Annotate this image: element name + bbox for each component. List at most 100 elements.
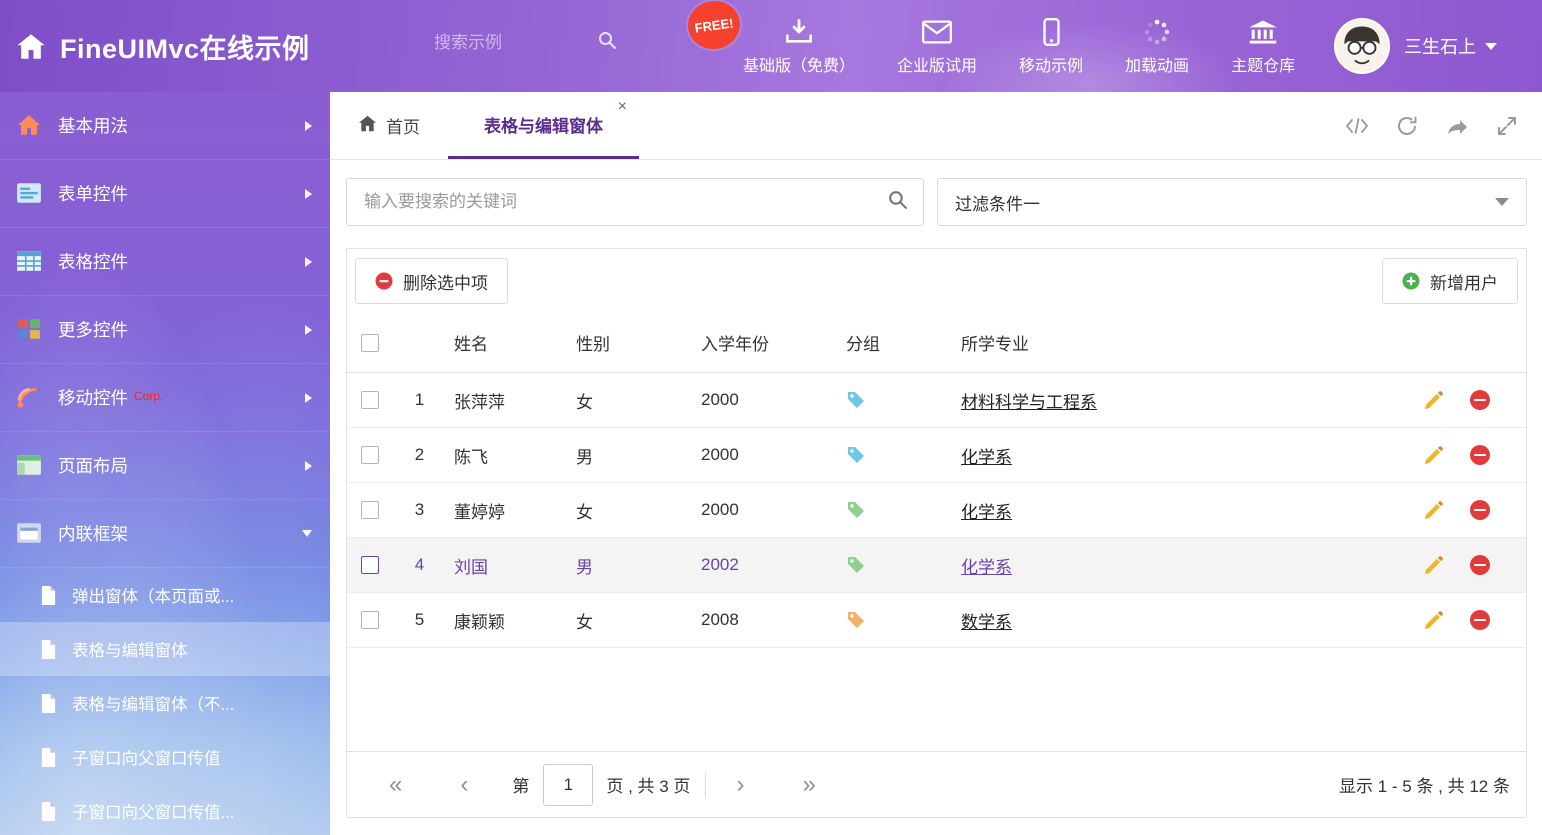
sidebar-item-iframe[interactable]: 内联框架 — [0, 500, 330, 568]
major-link[interactable]: 化学系 — [961, 503, 1012, 522]
tab-grid-edit-window[interactable]: 表格与编辑窗体 × — [448, 92, 639, 159]
table-row[interactable]: 3 董婷婷 女 2000 化学系 — [347, 483, 1526, 538]
row-number: 2 — [397, 445, 442, 465]
fullscreen-icon[interactable] — [1496, 115, 1518, 137]
major-link[interactable]: 化学系 — [961, 558, 1012, 577]
row-checkbox[interactable] — [361, 391, 379, 409]
page-prefix-label: 第 — [512, 772, 529, 797]
search-icon[interactable] — [597, 30, 617, 55]
delete-icon[interactable] — [1470, 390, 1490, 410]
edit-icon[interactable] — [1423, 500, 1444, 521]
sidebar-subitem-grid-edit-window-2[interactable]: 表格与编辑窗体（不... — [0, 676, 330, 730]
home-icon[interactable] — [16, 33, 46, 60]
search-icon[interactable] — [887, 189, 908, 215]
sidebar: 基本用法 表单控件 表格控件 更多控件 移动控件 Corp. 页面布局 — [0, 92, 330, 835]
header-item-basic-free[interactable]: 基础版（免费） — [722, 0, 876, 92]
sidebar-item-label: 表格控件 — [58, 249, 128, 274]
first-page-button[interactable]: « — [389, 773, 402, 797]
close-icon[interactable]: × — [618, 99, 627, 115]
table-empty-space — [347, 648, 1526, 751]
last-page-button[interactable]: » — [802, 773, 815, 797]
filter-row: 过滤条件一 — [346, 178, 1527, 226]
table-row[interactable]: 1 张萍萍 女 2000 材料科学与工程系 — [347, 373, 1526, 428]
major-link[interactable]: 化学系 — [961, 448, 1012, 467]
tab-label: 首页 — [386, 113, 420, 138]
row-checkbox[interactable] — [361, 556, 379, 574]
header-item-label: 主题仓库 — [1231, 52, 1295, 76]
cell-name: 陈飞 — [442, 443, 564, 468]
tag-icon — [846, 445, 866, 465]
sidebar-item-mobile-controls[interactable]: 移动控件 Corp. — [0, 364, 330, 432]
form-icon — [16, 181, 43, 206]
cell-name: 张萍萍 — [442, 388, 564, 413]
delete-icon[interactable] — [1470, 500, 1490, 520]
major-link[interactable]: 数学系 — [961, 613, 1012, 632]
file-icon — [40, 747, 57, 768]
table-row[interactable]: 2 陈飞 男 2000 化学系 — [347, 428, 1526, 483]
bank-icon — [1248, 17, 1278, 47]
main-area: 首页 表格与编辑窗体 × — [330, 92, 1542, 835]
row-checkbox[interactable] — [361, 501, 379, 519]
delete-icon[interactable] — [1470, 610, 1490, 630]
sidebar-subitem-grid-edit-window[interactable]: 表格与编辑窗体 — [0, 622, 330, 676]
cell-year: 2000 — [689, 445, 834, 465]
edit-icon[interactable] — [1423, 390, 1444, 411]
cell-name: 刘国 — [442, 553, 564, 578]
header-item-loading-animation[interactable]: 加载动画 — [1104, 0, 1210, 92]
avatar[interactable] — [1334, 18, 1390, 74]
sidebar-item-label: 页面布局 — [58, 453, 128, 478]
open-in-new-icon[interactable] — [1445, 116, 1469, 136]
major-link[interactable]: 材料科学与工程系 — [961, 393, 1097, 412]
keyword-search-input[interactable] — [362, 191, 887, 213]
chevron-right-icon — [305, 189, 312, 199]
delete-icon[interactable] — [1470, 555, 1490, 575]
sidebar-subitem-child-to-parent[interactable]: 子窗口向父窗口传值 — [0, 730, 330, 784]
header-item-label: 移动示例 — [1019, 52, 1083, 76]
sidebar-item-page-layout[interactable]: 页面布局 — [0, 432, 330, 500]
header-item-label: 加载动画 — [1125, 52, 1189, 76]
content-area: 过滤条件一 删除选中项 新增用户 姓名 性别 入学年份 — [330, 160, 1542, 818]
select-all-checkbox[interactable] — [361, 334, 379, 352]
download-icon — [785, 17, 813, 47]
cell-year: 2002 — [689, 555, 834, 575]
file-icon — [40, 639, 57, 660]
frame-icon — [16, 521, 43, 546]
tab-home[interactable]: 首页 — [330, 92, 448, 159]
refresh-icon[interactable] — [1396, 115, 1418, 137]
user-menu[interactable]: 三生石上 — [1404, 0, 1497, 92]
sidebar-item-more-controls[interactable]: 更多控件 — [0, 296, 330, 364]
sidebar-item-form-controls[interactable]: 表单控件 — [0, 160, 330, 228]
prev-page-button[interactable]: ‹ — [460, 773, 468, 797]
sidebar-subitem-child-to-parent-2[interactable]: 子窗口向父窗口传值... — [0, 784, 330, 835]
file-icon — [40, 693, 57, 714]
cell-gender: 女 — [564, 388, 689, 413]
header-item-mobile-demo[interactable]: 移动示例 — [998, 0, 1104, 92]
table-row[interactable]: 5 康颖颖 女 2008 数学系 — [347, 593, 1526, 648]
edit-icon[interactable] — [1423, 610, 1444, 631]
delete-selected-button[interactable]: 删除选中项 — [355, 258, 508, 304]
delete-icon[interactable] — [1470, 445, 1490, 465]
add-user-button[interactable]: 新增用户 — [1382, 258, 1518, 304]
page-number-input[interactable] — [543, 764, 593, 806]
edit-icon[interactable] — [1423, 445, 1444, 466]
cell-gender: 女 — [564, 498, 689, 523]
sidebar-item-label: 基本用法 — [58, 113, 128, 138]
pager-divider — [705, 772, 706, 798]
chevron-right-icon — [305, 257, 312, 267]
home-icon — [16, 113, 43, 138]
row-checkbox[interactable] — [361, 611, 379, 629]
sidebar-item-basic-usage[interactable]: 基本用法 — [0, 92, 330, 160]
header-search-input[interactable] — [432, 32, 597, 54]
header-item-enterprise-trial[interactable]: 企业版试用 — [876, 0, 998, 92]
sidebar-item-grid-controls[interactable]: 表格控件 — [0, 228, 330, 296]
next-page-button[interactable]: › — [736, 773, 744, 797]
sidebar-subitem-popup-window[interactable]: 弹出窗体（本页面或... — [0, 568, 330, 622]
table-row[interactable]: 4 刘国 男 2002 化学系 — [347, 538, 1526, 593]
header-item-theme-repo[interactable]: 主题仓库 — [1210, 0, 1316, 92]
tab-label: 表格与编辑窗体 — [484, 112, 603, 137]
source-code-icon[interactable] — [1345, 116, 1369, 136]
keyword-search-box — [346, 178, 924, 226]
filter-dropdown[interactable]: 过滤条件一 — [937, 178, 1527, 226]
edit-icon[interactable] — [1423, 555, 1444, 576]
row-checkbox[interactable] — [361, 446, 379, 464]
